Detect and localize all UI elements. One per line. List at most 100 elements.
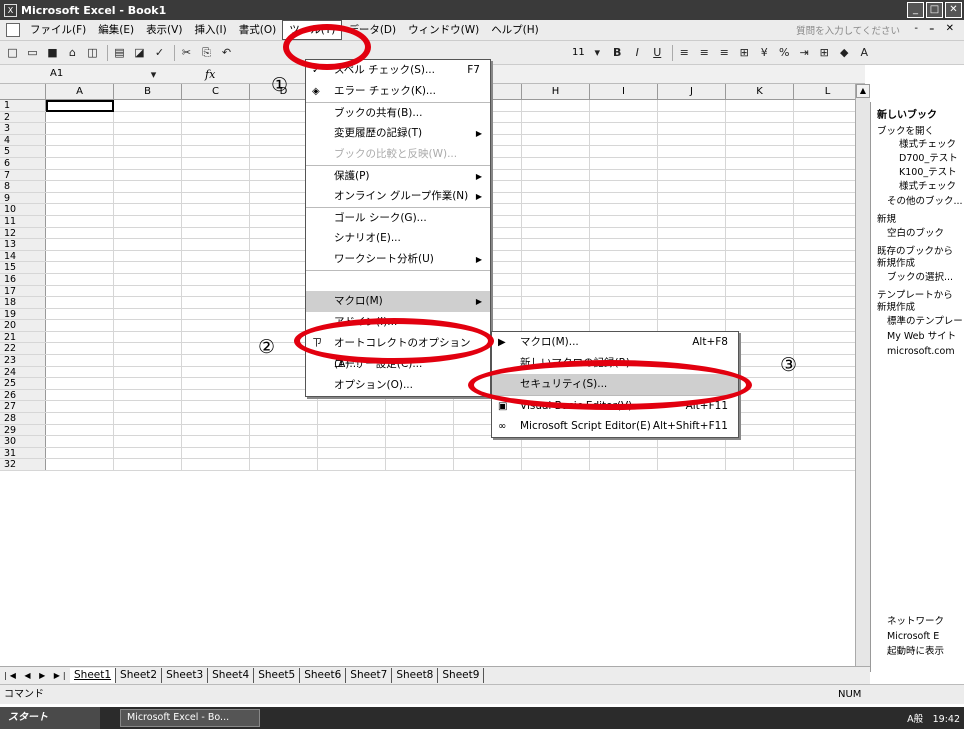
sheet-tab[interactable]: Sheet4 [208, 668, 255, 683]
currency-icon[interactable]: ¥ [756, 44, 773, 61]
row-header[interactable]: 27 [0, 401, 46, 412]
spelling-icon[interactable]: ✓ [151, 44, 168, 61]
menu-item-share[interactable]: ブックの共有(B)... [306, 102, 490, 123]
function-icon[interactable]: fx [205, 68, 215, 81]
sheet-tab[interactable]: Sheet5 [254, 668, 301, 683]
row-header[interactable]: 18 [0, 297, 46, 308]
row-header[interactable]: 13 [0, 239, 46, 250]
network-link[interactable]: ネットワーク [877, 614, 944, 629]
row-header[interactable]: 16 [0, 273, 46, 285]
template-link[interactable]: microsoft.com [877, 344, 960, 359]
indent-icon[interactable]: ⇥ [796, 44, 813, 61]
row-cells[interactable] [46, 459, 855, 470]
bold-button[interactable]: B [609, 44, 626, 61]
show-at-startup-checkbox[interactable]: 起動時に表示 [877, 644, 944, 659]
print-icon[interactable]: ▤ [111, 44, 128, 61]
column-header[interactable]: L [794, 84, 855, 100]
sheet-tab[interactable]: Sheet2 [116, 668, 163, 683]
menu-help[interactable]: ヘルプ(H) [485, 21, 545, 39]
menu-format[interactable]: 書式(O) [233, 21, 282, 39]
undo-icon[interactable]: ↶ [218, 44, 235, 61]
italic-button[interactable]: I [629, 44, 646, 61]
row-header[interactable]: 8 [0, 181, 46, 192]
document-icon[interactable] [6, 23, 20, 37]
recent-file-link[interactable]: K100_テスト [877, 166, 960, 180]
font-size-select[interactable]: 11 [572, 47, 585, 58]
permission-icon[interactable]: ⌂ [64, 44, 81, 61]
help-search-input[interactable]: 質問を入力してください [796, 23, 900, 37]
taskbar-excel-button[interactable]: Microsoft Excel - Bo... [120, 709, 260, 727]
name-box[interactable]: A1 [50, 66, 145, 82]
menu-insert[interactable]: 挿入(I) [188, 21, 232, 39]
column-header[interactable]: A [46, 84, 114, 100]
recent-file-link[interactable]: D700_テスト [877, 152, 960, 166]
more-books-link[interactable]: その他のブック... [877, 194, 963, 209]
close-button[interactable]: ✕ [945, 2, 962, 18]
cut-icon[interactable]: ✂ [178, 44, 195, 61]
column-header[interactable]: K [726, 84, 794, 100]
tab-navigation-icons[interactable]: |◀ ◀ ▶ ▶| [0, 671, 70, 680]
row-header[interactable]: 9 [0, 192, 46, 204]
row-header[interactable]: 21 [0, 331, 46, 343]
start-button[interactable]: スタート [0, 707, 100, 729]
microsoft-link[interactable]: Microsoft E [877, 629, 944, 644]
row-header[interactable]: 29 [0, 424, 46, 435]
sheet-tab[interactable]: Sheet1 [70, 668, 117, 683]
active-cell[interactable] [46, 100, 114, 112]
column-header[interactable]: I [590, 84, 658, 100]
menu-item-scenarios[interactable]: シナリオ(E)... [306, 228, 490, 249]
select-all-corner[interactable] [0, 84, 46, 100]
column-header[interactable]: B [114, 84, 182, 100]
row-header[interactable]: 15 [0, 262, 46, 273]
menu-item-hidden[interactable] [306, 270, 490, 291]
row-header[interactable]: 4 [0, 134, 46, 146]
underline-button[interactable]: U [649, 44, 666, 61]
preview-icon[interactable]: ◪ [131, 44, 148, 61]
row-header[interactable]: 23 [0, 355, 46, 366]
choose-book-link[interactable]: ブックの選択... [877, 270, 960, 285]
menu-item-protection[interactable]: 保護(P) ▶ [306, 165, 490, 186]
column-header[interactable]: J [658, 84, 726, 100]
new-icon[interactable]: □ [4, 44, 21, 61]
align-right-icon[interactable]: ≡ [716, 44, 733, 61]
copy-icon[interactable]: ⎘ [198, 44, 215, 61]
row-header[interactable]: 28 [0, 413, 46, 424]
sheet-tab[interactable]: Sheet7 [346, 668, 393, 683]
blank-book-link[interactable]: 空白のブック [877, 226, 960, 241]
save-icon[interactable]: ■ [44, 44, 61, 61]
dropdown-icon[interactable]: ▾ [145, 66, 162, 83]
maximize-button[interactable]: □ [926, 2, 943, 18]
align-left-icon[interactable]: ≡ [676, 44, 693, 61]
menu-item-track-changes[interactable]: 変更履歴の記録(T) ▶ [306, 123, 490, 144]
row-header[interactable]: 26 [0, 389, 46, 401]
percent-icon[interactable]: % [776, 44, 793, 61]
row-cells[interactable] [46, 447, 855, 459]
scroll-up-icon[interactable]: ▲ [856, 84, 870, 98]
dropdown-icon[interactable]: ▾ [589, 44, 606, 61]
template-link[interactable]: 標準のテンプレート [877, 314, 964, 329]
row-header[interactable]: 12 [0, 227, 46, 238]
menu-file[interactable]: ファイル(F) [24, 21, 92, 39]
menu-item-macro[interactable]: マクロ(M) ▶ [306, 291, 490, 312]
row-header[interactable]: 24 [0, 366, 46, 377]
ime-indicator[interactable]: A般 [907, 714, 923, 725]
borders-icon[interactable]: ⊞ [816, 44, 833, 61]
font-color-icon[interactable]: A [856, 44, 873, 61]
align-center-icon[interactable]: ≡ [696, 44, 713, 61]
row-header[interactable]: 19 [0, 308, 46, 319]
recent-file-link[interactable]: 様式チェック [877, 138, 960, 152]
row-header[interactable]: 11 [0, 215, 46, 227]
row-header[interactable]: 20 [0, 320, 46, 331]
menu-item-script-editor[interactable]: ∞ Microsoft Script Editor(E) Alt+Shift+F11 [492, 416, 738, 437]
row-header[interactable]: 7 [0, 169, 46, 180]
row-header[interactable]: 25 [0, 378, 46, 389]
menu-view[interactable]: 表示(V) [140, 21, 188, 39]
menu-item-error-check[interactable]: ◈ エラー チェック(K)... [306, 81, 490, 102]
row-header[interactable]: 31 [0, 447, 46, 459]
menu-item-formula-auditing[interactable]: ワークシート分析(U) ▶ [306, 249, 490, 270]
row-header[interactable]: 22 [0, 343, 46, 354]
sheet-tab[interactable]: Sheet8 [392, 668, 439, 683]
row-header[interactable]: 5 [0, 146, 46, 157]
row-header[interactable]: 14 [0, 250, 46, 262]
row-header[interactable]: 1 [0, 100, 46, 111]
